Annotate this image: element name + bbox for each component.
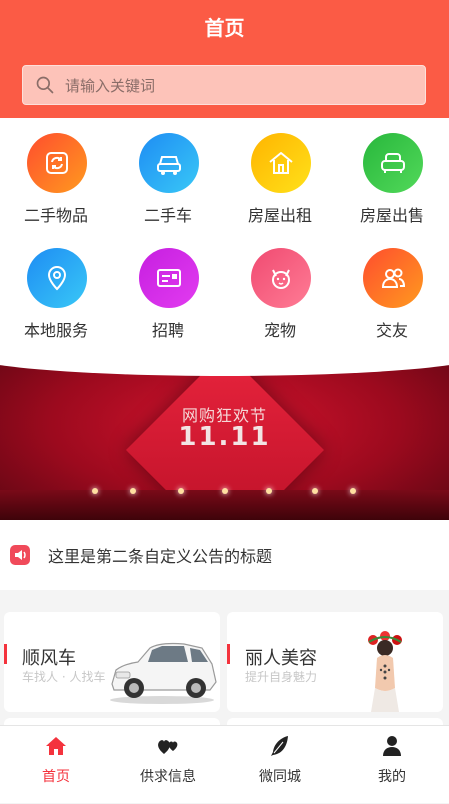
card-title: 丽人美容 [245, 648, 317, 669]
category-label: 宠物 [263, 321, 296, 340]
page-title: 首页 [204, 16, 245, 40]
stage-light [92, 488, 98, 494]
search-bar[interactable]: 请输入关键词 [22, 65, 426, 105]
banner-floor [0, 490, 449, 520]
card-beauty[interactable]: 丽人美容 提升自身魅力 [227, 612, 443, 712]
stage-light [266, 488, 272, 494]
tab-micro-city[interactable]: 微同城 [224, 726, 336, 804]
category-label: 房屋出售 [359, 206, 424, 225]
dog-icon [251, 248, 311, 308]
bottom-tab-bar: 首页 供求信息 微同城 我的 [0, 725, 449, 803]
white-suv-image [110, 642, 217, 704]
category-house-rent[interactable]: 房屋出租 [224, 118, 336, 233]
beauty-model-image [368, 631, 402, 712]
category-label: 房屋出租 [247, 206, 312, 225]
category-label: 本地服务 [23, 321, 88, 340]
card-carpool[interactable]: 顺风车 车找人 · 人找车 [4, 612, 220, 712]
stage-light [312, 488, 318, 494]
search-input[interactable]: 请输入关键词 [65, 75, 155, 96]
stage-light [178, 488, 184, 494]
card-accent-bar [4, 644, 7, 664]
location-icon [27, 248, 87, 308]
tab-mine[interactable]: 我的 [336, 726, 448, 804]
stage-light [350, 488, 356, 494]
tab-supply-demand[interactable]: 供求信息 [112, 726, 224, 804]
banner-top-curve [0, 360, 449, 376]
home-icon [46, 737, 66, 755]
category-house-sale[interactable]: 房屋出售 [336, 118, 448, 233]
announcement-bar[interactable]: 这里是第二条自定义公告的标题 [0, 520, 449, 590]
stage-light [130, 488, 136, 494]
category-grid: 二手物品 二手车 房屋出租 房屋出售 本地服务 招聘 宠物 交友 [0, 118, 449, 360]
category-dating[interactable]: 交友 [336, 233, 448, 348]
category-local-services[interactable]: 本地服务 [0, 233, 112, 348]
category-recruitment[interactable]: 招聘 [112, 233, 224, 348]
category-label: 招聘 [151, 321, 184, 340]
category-second-hand-goods[interactable]: 二手物品 [0, 118, 112, 233]
tab-label: 微同城 [259, 769, 301, 785]
car-icon [139, 133, 199, 193]
category-label: 二手车 [143, 206, 192, 225]
card-subtitle: 车找人 · 人找车 [22, 670, 106, 684]
promo-banner[interactable]: 网购狂欢节 11.11 [0, 360, 449, 520]
tab-label: 供求信息 [140, 769, 196, 785]
card-title: 顺风车 [22, 648, 76, 669]
friends-icon [363, 248, 423, 308]
card-accent-bar [227, 644, 230, 664]
tab-label: 首页 [42, 769, 70, 785]
stage-light [222, 488, 228, 494]
announcement-text: 这里是第二条自定义公告的标题 [48, 547, 273, 566]
house-icon [251, 133, 311, 193]
card-subtitle: 提升自身魅力 [245, 670, 318, 684]
feather-icon [271, 736, 288, 756]
speaker-icon [10, 545, 30, 565]
search-icon [36, 76, 54, 94]
sofa-icon [363, 133, 423, 193]
hearts-icon [158, 740, 178, 754]
card-icon [139, 248, 199, 308]
category-used-cars[interactable]: 二手车 [112, 118, 224, 233]
refresh-icon [27, 133, 87, 193]
banner-date: 11.11 [178, 422, 271, 452]
header: 首页 请输入关键词 [0, 0, 449, 118]
user-icon [383, 736, 401, 756]
category-pets[interactable]: 宠物 [224, 233, 336, 348]
category-label: 二手物品 [23, 206, 88, 225]
category-label: 交友 [375, 321, 408, 340]
tab-home[interactable]: 首页 [0, 726, 112, 804]
tab-label: 我的 [378, 769, 406, 785]
